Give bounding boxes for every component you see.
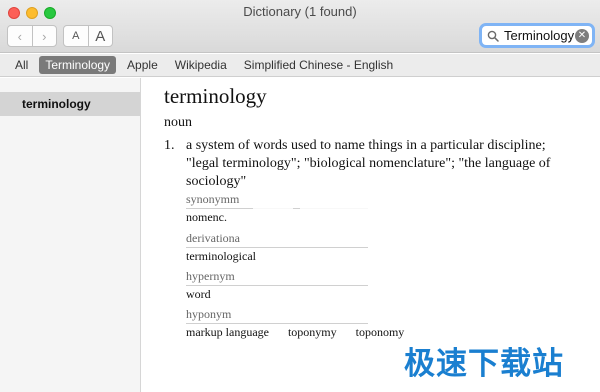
clear-search-icon[interactable]: ✕ [575, 28, 589, 43]
increase-font-button[interactable]: A [87, 26, 113, 46]
site-watermark: 极速下载站 [404, 346, 564, 382]
related-word[interactable]: toponomy [356, 325, 405, 339]
results-sidebar: terminology [0, 78, 141, 392]
scope-apple[interactable]: Apple [121, 56, 164, 74]
definition-text: a system of words used to name things in… [186, 138, 551, 189]
smudge-overlay [300, 190, 370, 220]
back-button[interactable]: ‹ [8, 26, 32, 46]
window-title: Dictionary (1 found) [243, 4, 357, 19]
search-field[interactable]: Terminology ✕ [479, 23, 595, 48]
scope-all[interactable]: All [9, 56, 34, 74]
scope-terminology[interactable]: Terminology [39, 56, 117, 74]
entry-headword: terminology [164, 84, 267, 108]
entry-content: terminology noun 1. a system of words us… [164, 84, 594, 191]
related-word[interactable]: word [186, 287, 211, 301]
forward-button[interactable]: › [31, 26, 57, 46]
part-of-speech: noun [164, 115, 192, 130]
scope-simplified-chinese-english[interactable]: Simplified Chinese - English [238, 56, 399, 74]
search-icon [485, 28, 501, 44]
chevron-right-icon: › [42, 28, 47, 44]
related-word[interactable]: nomenc. [186, 210, 227, 224]
search-input[interactable]: Terminology [501, 28, 575, 43]
related-word[interactable]: terminological [186, 249, 256, 263]
font-size-control: A A [63, 25, 113, 47]
related-label: hyponym [186, 307, 368, 324]
decrease-font-button[interactable]: A [64, 26, 88, 46]
scope-wikipedia[interactable]: Wikipedia [169, 56, 233, 74]
related-word[interactable]: markup language [186, 325, 269, 339]
title-bar: Dictionary (1 found) ‹ › A A Terminology… [0, 0, 600, 53]
related-group-hyponym: hyponym markup language toponymy toponom… [186, 307, 420, 340]
related-word[interactable]: toponymy [288, 325, 337, 339]
definition-number: 1. [164, 138, 175, 153]
related-label: hypernym [186, 269, 368, 286]
source-scope-bar: All Terminology Apple Wikipedia Simplifi… [0, 54, 600, 77]
related-group-hypernym: hypernym word [186, 269, 368, 302]
chevron-left-icon: ‹ [17, 28, 22, 44]
navigation-control: ‹ › [7, 25, 57, 47]
smudge-overlay [253, 196, 293, 218]
sidebar-item-terminology[interactable]: terminology [0, 92, 140, 116]
smudge-overlay [262, 232, 322, 244]
definition-item: 1. a system of words used to name things… [164, 137, 594, 191]
